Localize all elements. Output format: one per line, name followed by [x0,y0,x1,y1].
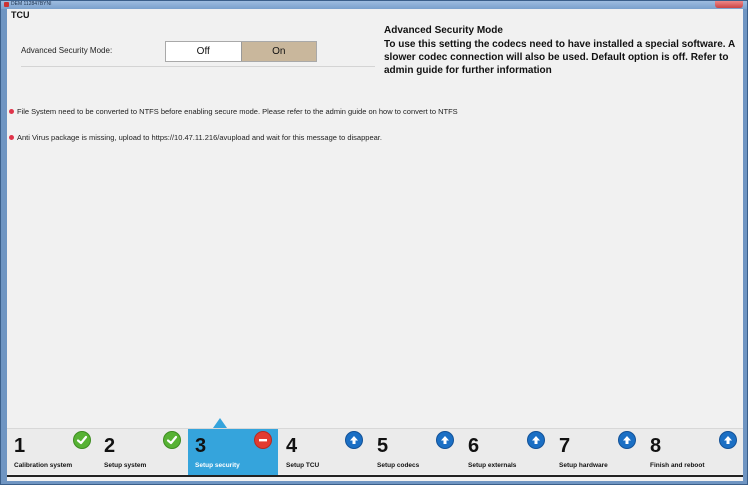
arrow-up-icon [719,431,737,449]
step-number: 3 [195,435,207,457]
error-message: Anti Virus package is missing, upload to… [9,133,382,142]
step-number: 2 [104,435,116,457]
step-label: Finish and reboot [650,462,705,469]
app-window: DEM 112847BYNI TCU Advanced Security Mod… [0,0,748,485]
step-label: Setup codecs [377,462,420,469]
step-setup-codecs[interactable]: 5 Setup codecs [370,429,460,475]
error-message: File System need to be converted to NTFS… [9,107,458,116]
step-label: Setup security [195,462,240,469]
step-number: 4 [286,435,298,457]
info-description: To use this setting the codecs need to h… [384,39,735,76]
active-step-pointer [213,418,227,428]
step-number: 6 [468,435,480,457]
title-bar[interactable]: DEM 112847BYNI [1,1,747,9]
arrow-up-icon [618,431,636,449]
stop-icon [254,431,272,449]
arrow-up-icon [436,431,454,449]
step-setup-tcu[interactable]: 4 Setup TCU [279,429,369,475]
step-calibration-system[interactable]: 1 Calibration system [7,429,97,475]
security-mode-toggle[interactable]: Off On [165,41,317,62]
step-label: Calibration system [14,462,73,469]
app-icon [4,2,9,7]
step-label: Setup system [104,462,147,469]
error-dot-icon [9,109,14,114]
check-icon [73,431,91,449]
step-number: 8 [650,435,662,457]
info-title: Advanced Security Mode [384,25,503,36]
step-number: 5 [377,435,389,457]
arrow-up-icon [527,431,545,449]
step-number: 1 [14,435,26,457]
step-setup-externals[interactable]: 6 Setup externals [461,429,551,475]
wizard-step-bar: 1 Calibration system 2 Setup system 3 Se… [7,428,743,475]
error-message-text: Anti Virus package is missing, upload to… [17,133,382,142]
step-label: Setup externals [468,462,517,469]
step-number: 7 [559,435,571,457]
step-label: Setup hardware [559,462,608,469]
bottom-border [7,475,743,477]
close-button[interactable] [715,1,743,8]
arrow-up-icon [345,431,363,449]
toggle-on-button[interactable]: On [240,42,316,61]
section-heading: TCU [11,10,30,20]
step-label: Setup TCU [286,462,320,469]
step-finish-and-reboot[interactable]: 8 Finish and reboot [643,429,743,475]
error-message-text: File System need to be converted to NTFS… [17,107,458,116]
step-setup-security[interactable]: 3 Setup security [188,429,278,475]
main-panel: TCU Advanced Security Mode: Off On Advan… [7,9,743,481]
toggle-off-button[interactable]: Off [166,42,241,61]
error-dot-icon [9,135,14,140]
window-title: DEM 112847BYNI [11,1,52,7]
advanced-security-mode-label: Advanced Security Mode: [21,46,113,55]
step-setup-system[interactable]: 2 Setup system [97,429,187,475]
divider [21,66,375,67]
check-icon [163,431,181,449]
step-setup-hardware[interactable]: 7 Setup hardware [552,429,642,475]
